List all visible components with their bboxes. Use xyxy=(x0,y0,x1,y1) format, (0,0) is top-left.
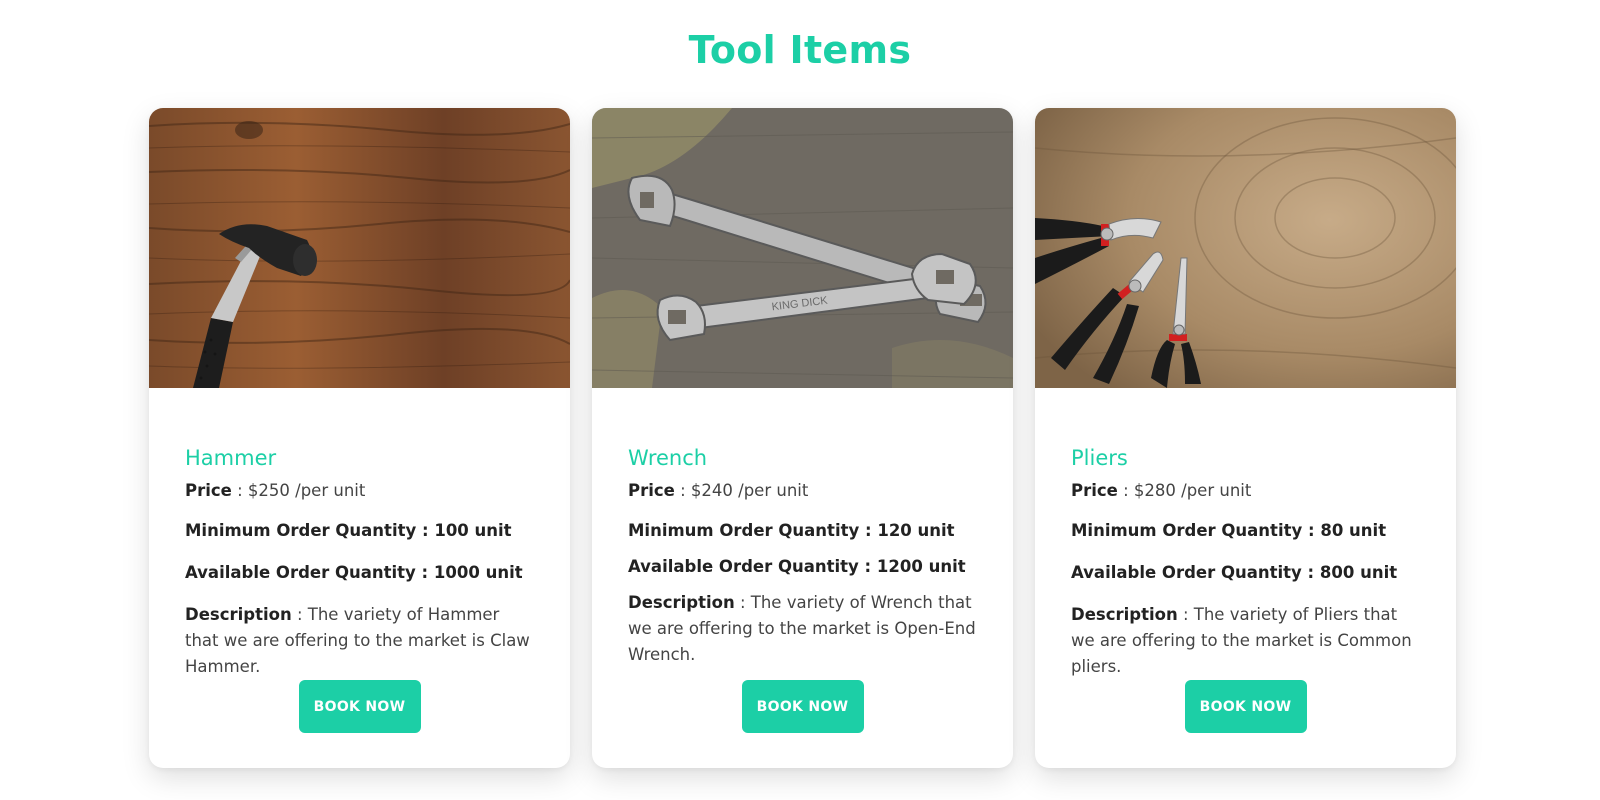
price-value: : $250 /per unit xyxy=(231,481,366,500)
avail-qty-label: Available Order Quantity : xyxy=(185,563,429,582)
tool-name: Hammer xyxy=(185,446,277,470)
avail-qty-value: 800 unit xyxy=(1319,563,1398,582)
tool-card-wrench: KING DICK Wrench Price : $240 /per unit … xyxy=(592,108,1013,768)
price-row: Price : $250 /per unit xyxy=(185,478,534,504)
avail-qty-row: Available Order Quantity : 1000 unit xyxy=(185,560,534,586)
price-value: : $240 /per unit xyxy=(674,481,809,500)
price-row: Price : $240 /per unit xyxy=(628,478,977,504)
min-qty-value: 80 unit xyxy=(1320,521,1387,540)
avail-qty-label: Available Order Quantity : xyxy=(1071,563,1315,582)
min-qty-row: Minimum Order Quantity : 100 unit xyxy=(185,518,534,544)
price-label: Price xyxy=(185,481,232,500)
book-now-button[interactable]: BOOK NOW xyxy=(741,680,864,733)
avail-qty-value: 1200 unit xyxy=(876,557,966,576)
avail-qty-value: 1000 unit xyxy=(433,563,523,582)
description-label: Description xyxy=(1071,605,1178,624)
min-qty-value: 120 unit xyxy=(877,521,955,540)
min-qty-label: Minimum Order Quantity : xyxy=(185,521,429,540)
pliers-image xyxy=(1035,108,1456,388)
min-qty-label: Minimum Order Quantity : xyxy=(1071,521,1315,540)
avail-qty-row: Available Order Quantity : 1200 unit xyxy=(628,554,977,580)
tool-card-grid: Hammer Price : $250 /per unit Minimum Or… xyxy=(149,108,1456,768)
price-row: Price : $280 /per unit xyxy=(1071,478,1420,504)
price-value: : $280 /per unit xyxy=(1117,481,1252,500)
tool-name: Wrench xyxy=(628,446,708,470)
min-qty-value: 100 unit xyxy=(434,521,512,540)
price-label: Price xyxy=(628,481,675,500)
min-qty-row: Minimum Order Quantity : 120 unit xyxy=(628,518,977,544)
description: Description : The variety of Pliers that… xyxy=(1071,602,1420,680)
avail-qty-row: Available Order Quantity : 800 unit xyxy=(1071,560,1420,586)
description: Description : The variety of Hammer that… xyxy=(185,602,534,680)
min-qty-row: Minimum Order Quantity : 80 unit xyxy=(1071,518,1420,544)
wrench-image: KING DICK xyxy=(592,108,1013,388)
page-title: Tool Items xyxy=(688,28,912,72)
description: Description : The variety of Wrench that… xyxy=(628,590,977,668)
book-now-button[interactable]: BOOK NOW xyxy=(1184,680,1307,733)
book-now-button[interactable]: BOOK NOW xyxy=(298,680,421,733)
tool-name: Pliers xyxy=(1071,446,1128,470)
avail-qty-label: Available Order Quantity : xyxy=(628,557,872,576)
min-qty-label: Minimum Order Quantity : xyxy=(628,521,872,540)
tool-card-hammer: Hammer Price : $250 /per unit Minimum Or… xyxy=(149,108,570,768)
price-label: Price xyxy=(1071,481,1118,500)
description-label: Description xyxy=(628,593,735,612)
hammer-image xyxy=(149,108,570,388)
description-label: Description xyxy=(185,605,292,624)
tool-card-pliers: Pliers Price : $280 /per unit Minimum Or… xyxy=(1035,108,1456,768)
